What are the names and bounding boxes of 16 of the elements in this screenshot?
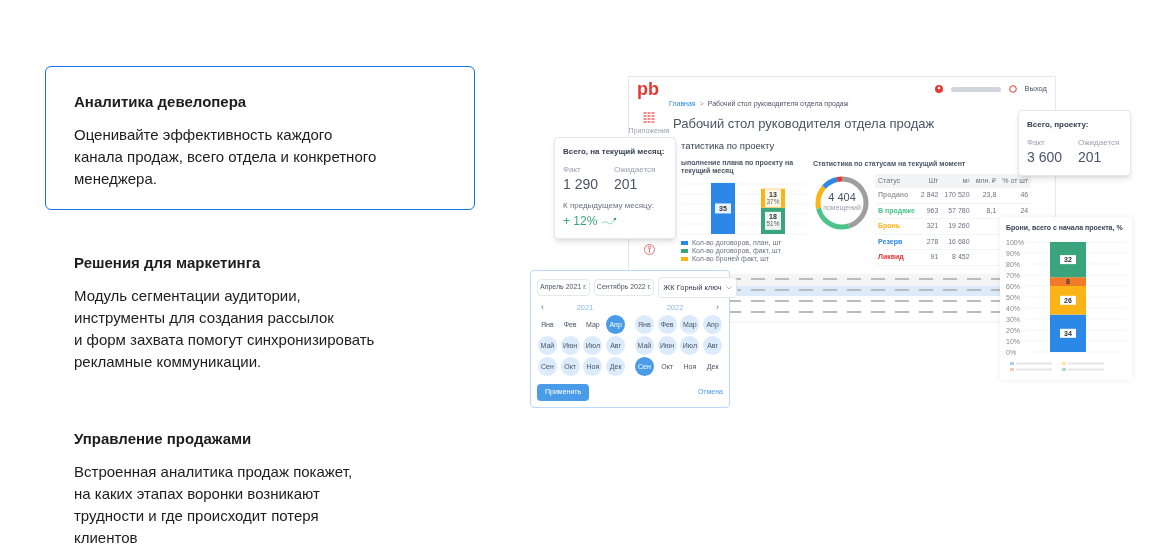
feature-title: Решения для маркетинга: [74, 253, 262, 273]
section-title: татистика по проекту: [681, 139, 775, 153]
feature-description: Оценивайте эффективность каждого канала продаж, всего отдела и конкретного менеджера.: [74, 124, 378, 189]
expected-label: Ожидается: [1078, 137, 1120, 149]
feature-description: Модуль сегментации аудитории, инструменты для создания рассылок и форм захвата помогут синхронизировать рекламные коммуникации.: [74, 285, 376, 372]
feature-description: Встроенная аналитика продаж покажет, на каких этапах воронки возникают трудности и где происходит потеря клиентов: [74, 461, 354, 548]
fact-value: 1 290: [563, 176, 599, 194]
change-value: + 12%: [563, 212, 598, 230]
donut-total: 4 404: [828, 192, 856, 203]
feature-title: Аналитика девелопера: [74, 92, 248, 112]
fact-label: Факт: [1027, 137, 1046, 149]
page-title: Рабочий стол руководителя отдела продаж: [673, 114, 935, 133]
fact-label: Факт: [563, 164, 582, 176]
logo: pb: [637, 80, 659, 98]
feature-title: Управление продажами: [74, 429, 253, 449]
expected-value: 201: [1078, 149, 1103, 167]
